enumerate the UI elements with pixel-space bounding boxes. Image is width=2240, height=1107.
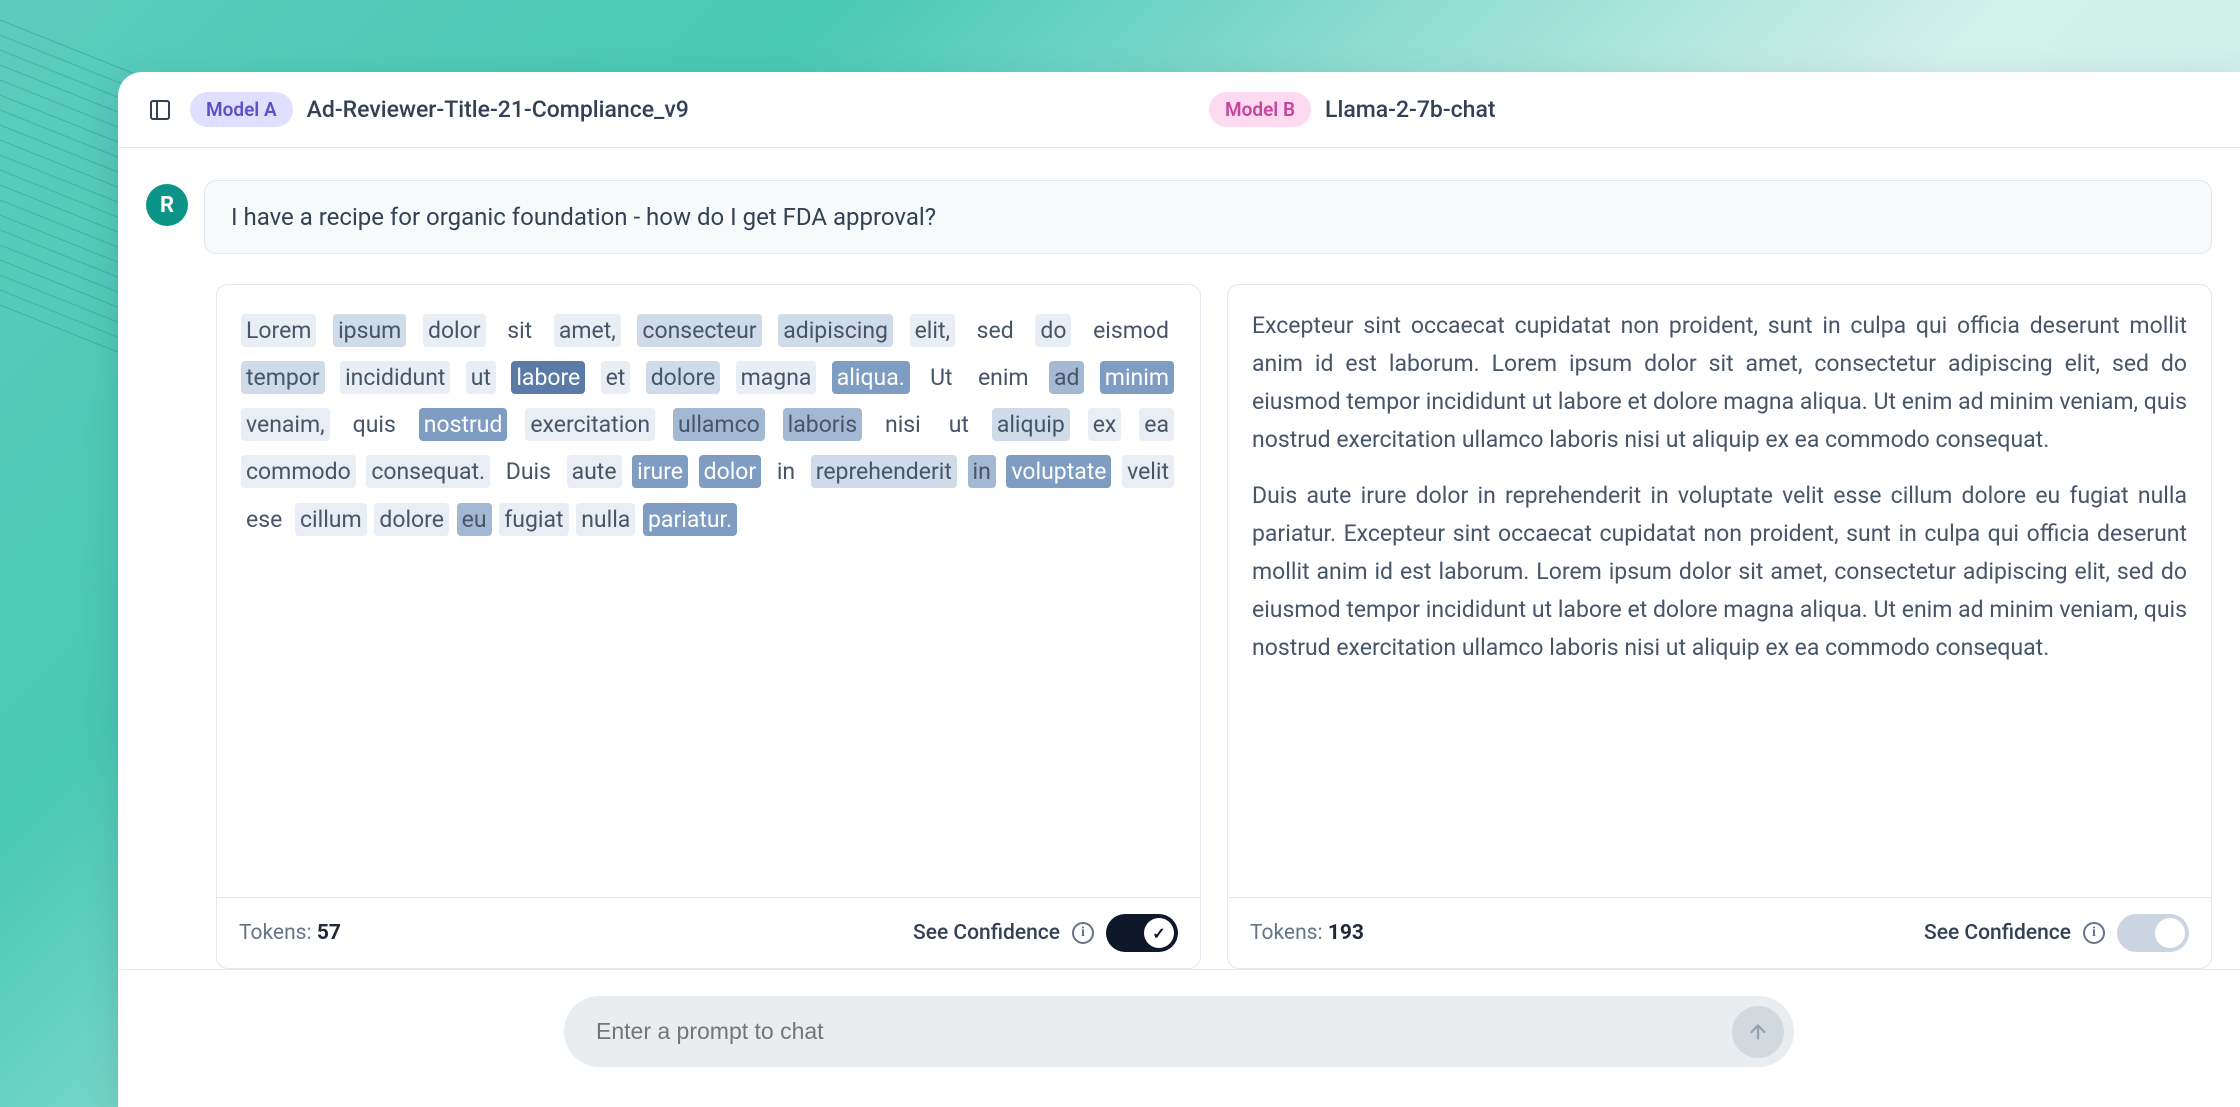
info-icon[interactable]: i bbox=[1072, 922, 1094, 944]
token[interactable]: enim bbox=[973, 361, 1034, 394]
token[interactable]: tempor bbox=[241, 361, 325, 394]
token[interactable]: dolor bbox=[423, 314, 486, 347]
input-row bbox=[118, 969, 2240, 1107]
token[interactable]: Ut bbox=[925, 361, 957, 394]
token[interactable]: sit bbox=[502, 314, 537, 347]
user-prompt: I have a recipe for organic foundation -… bbox=[204, 180, 2212, 254]
confidence-label: See Confidence bbox=[913, 921, 1060, 945]
response-panel-b: Excepteur sint occaecat cupidatat non pr… bbox=[1227, 284, 2212, 969]
token[interactable]: ipsum bbox=[333, 314, 406, 347]
token[interactable]: magna bbox=[736, 361, 817, 394]
token[interactable]: incididunt bbox=[340, 361, 450, 394]
token[interactable]: nisi bbox=[880, 408, 926, 441]
token[interactable]: ad bbox=[1049, 361, 1084, 394]
token[interactable]: ex bbox=[1088, 408, 1122, 441]
token[interactable]: pariatur. bbox=[643, 503, 737, 536]
token[interactable]: laboris bbox=[783, 408, 862, 441]
token[interactable]: eismod bbox=[1088, 314, 1174, 347]
response-paragraph: Duis aute irure dolor in reprehenderit i… bbox=[1252, 477, 2187, 667]
token[interactable]: in bbox=[968, 455, 996, 488]
token[interactable]: et bbox=[601, 361, 631, 394]
response-panel-a: Lorem ipsum dolor sit amet, consecteur a… bbox=[216, 284, 1201, 969]
token[interactable]: fugiat bbox=[499, 503, 568, 536]
header: Model A Ad-Reviewer-Title-21-Compliance_… bbox=[118, 72, 2240, 148]
check-icon: ✓ bbox=[1152, 924, 1165, 943]
token[interactable]: consequat. bbox=[366, 455, 490, 488]
token[interactable]: ea bbox=[1139, 408, 1174, 441]
token[interactable]: in bbox=[772, 455, 800, 488]
token[interactable]: nulla bbox=[576, 503, 635, 536]
token[interactable]: ut bbox=[944, 408, 974, 441]
app-window: Model A Ad-Reviewer-Title-21-Compliance_… bbox=[118, 72, 2240, 1107]
panel-a-footer: Tokens: 57 See Confidence i ✓ bbox=[217, 897, 1200, 968]
panel-layout-icon[interactable] bbox=[146, 96, 174, 124]
model-a-badge: Model A bbox=[190, 92, 293, 127]
token[interactable]: minim bbox=[1100, 361, 1174, 394]
token[interactable]: aliquip bbox=[992, 408, 1070, 441]
token[interactable]: ut bbox=[466, 361, 496, 394]
send-button[interactable] bbox=[1732, 1006, 1784, 1058]
token[interactable]: ese bbox=[241, 503, 287, 536]
response-b-text: Excepteur sint occaecat cupidatat non pr… bbox=[1228, 285, 2211, 897]
token[interactable]: sed bbox=[972, 314, 1019, 347]
token[interactable]: irure bbox=[632, 455, 688, 488]
token[interactable]: dolore bbox=[646, 361, 721, 394]
prompt-input[interactable] bbox=[596, 1004, 1720, 1059]
token[interactable]: aute bbox=[567, 455, 622, 488]
token[interactable]: Lorem bbox=[241, 314, 316, 347]
token[interactable]: venaim, bbox=[241, 408, 330, 441]
token[interactable]: quis bbox=[348, 408, 401, 441]
prompt-row: R I have a recipe for organic foundation… bbox=[118, 148, 2240, 274]
token[interactable]: commodo bbox=[241, 455, 356, 488]
response-a-tokens: Lorem ipsum dolor sit amet, consecteur a… bbox=[217, 285, 1200, 897]
confidence-toggle-a[interactable]: ✓ bbox=[1106, 914, 1178, 952]
token[interactable]: ullamco bbox=[673, 408, 765, 441]
prompt-input-container bbox=[564, 996, 1794, 1067]
header-model-b: Model B Llama-2-7b-chat bbox=[1209, 92, 2212, 127]
tokens-label: Tokens: 193 bbox=[1250, 921, 1364, 945]
token[interactable]: amet, bbox=[554, 314, 621, 347]
token[interactable]: dolor bbox=[699, 455, 762, 488]
response-paragraph: Excepteur sint occaecat cupidatat non pr… bbox=[1252, 307, 2187, 459]
arrow-up-icon bbox=[1747, 1021, 1769, 1043]
model-b-badge: Model B bbox=[1209, 92, 1311, 127]
confidence-label: See Confidence bbox=[1924, 921, 2071, 945]
token[interactable]: exercitation bbox=[525, 408, 655, 441]
tokens-label: Tokens: 57 bbox=[239, 921, 341, 945]
header-model-a: Model A Ad-Reviewer-Title-21-Compliance_… bbox=[190, 92, 1193, 127]
token[interactable]: do bbox=[1035, 314, 1071, 347]
token[interactable]: velit bbox=[1122, 455, 1174, 488]
token[interactable]: eu bbox=[457, 503, 492, 536]
token[interactable]: Duis bbox=[501, 455, 556, 488]
confidence-toggle-b[interactable] bbox=[2117, 914, 2189, 952]
token[interactable]: reprehenderit bbox=[811, 455, 957, 488]
info-icon[interactable]: i bbox=[2083, 922, 2105, 944]
token[interactable]: aliqua. bbox=[832, 361, 910, 394]
model-a-name: Ad-Reviewer-Title-21-Compliance_v9 bbox=[307, 96, 689, 123]
token[interactable]: adipiscing bbox=[778, 314, 893, 347]
tokens-value: 57 bbox=[317, 921, 341, 945]
token[interactable]: elit, bbox=[910, 314, 955, 347]
model-b-name: Llama-2-7b-chat bbox=[1325, 96, 1495, 123]
tokens-value: 193 bbox=[1328, 921, 1364, 945]
token[interactable]: voluptate bbox=[1006, 455, 1111, 488]
panel-b-footer: Tokens: 193 See Confidence i bbox=[1228, 897, 2211, 968]
token[interactable]: consecteur bbox=[637, 314, 761, 347]
token[interactable]: dolore bbox=[374, 503, 449, 536]
token[interactable]: cillum bbox=[295, 503, 367, 536]
token[interactable]: nostrud bbox=[419, 408, 508, 441]
token[interactable]: labore bbox=[511, 361, 585, 394]
user-avatar: R bbox=[146, 184, 188, 226]
